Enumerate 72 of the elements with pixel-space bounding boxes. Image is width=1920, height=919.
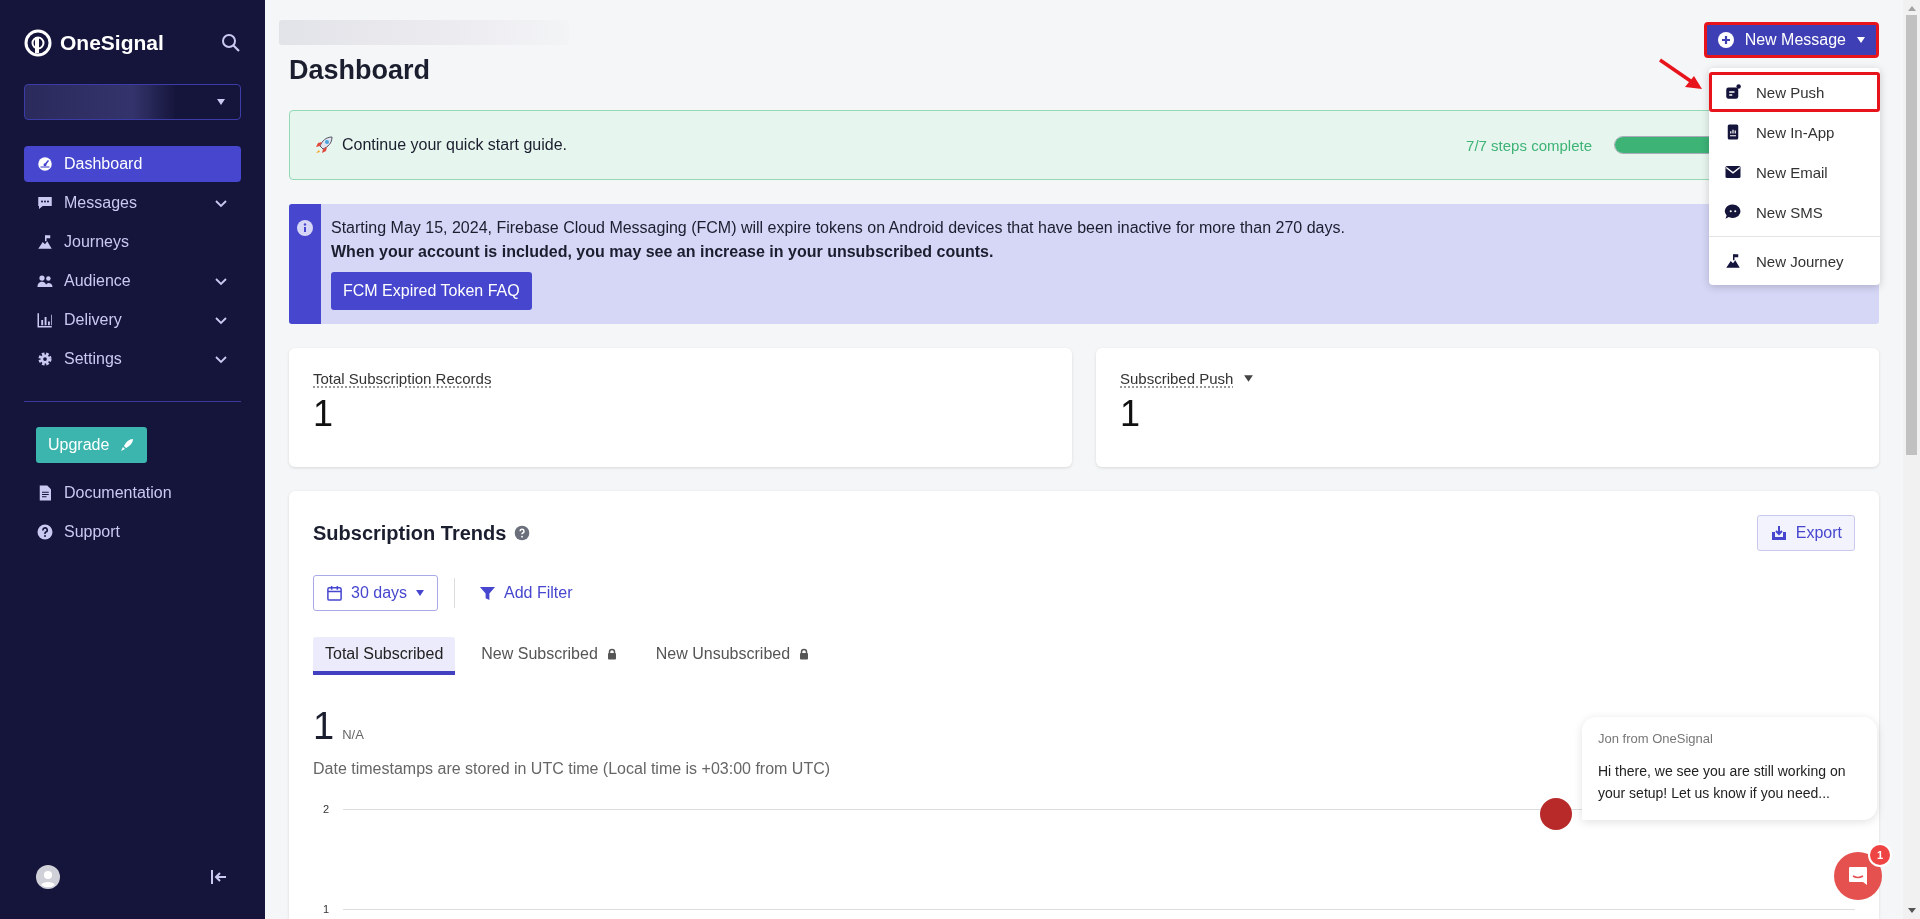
download-icon <box>1769 524 1788 542</box>
chat-icon <box>1847 865 1869 887</box>
bar-chart-icon <box>36 311 54 329</box>
notice-emphasis: When your account is included, you may see an increase in your unsubscribed counts. <box>331 242 995 262</box>
sidebar-item[interactable]: Delivery <box>24 302 241 338</box>
menu-item[interactable]: New SMS <box>1709 192 1880 232</box>
funnel-icon <box>479 584 497 602</box>
flag-icon <box>1724 252 1742 270</box>
stat-value: 1 <box>1120 393 1142 435</box>
scroll-up-icon <box>1907 5 1916 11</box>
people-icon <box>36 272 54 290</box>
notice-text: Starting May 15, 2024, Firebase Cloud Messaging (FCM) will expire tokens on Android devices that have been inactive for more than 270 days. <box>331 218 1345 238</box>
help-icon <box>36 523 54 541</box>
gauge-icon <box>36 155 54 173</box>
avatar-icon <box>36 865 60 889</box>
caret-icon <box>216 97 226 107</box>
metric-change: N/A <box>342 727 364 742</box>
stat-value: 1 <box>313 393 335 435</box>
chat-bubble-icon <box>1724 203 1742 221</box>
sidebar-item[interactable]: Journeys <box>24 224 241 260</box>
search-icon[interactable] <box>221 33 241 53</box>
chart-tab[interactable]: New Unsubscribed <box>643 637 823 675</box>
help-icon <box>514 525 531 541</box>
chat-bubble[interactable]: Jon from OneSignal Hi there, we see you are still working on your setup! Let us know if you need... <box>1582 717 1877 820</box>
menu-item[interactable]: New Push <box>1709 72 1880 112</box>
stat-label[interactable]: Total Subscription Records <box>313 370 492 387</box>
rocket-icon <box>314 135 334 155</box>
menu-item[interactable]: New In-App <box>1709 112 1880 152</box>
chat-sender: Jon from OneSignal <box>1598 731 1714 746</box>
metric-value: 1 <box>313 705 335 748</box>
stat-label[interactable]: Subscribed Push <box>1120 370 1234 387</box>
guide-text: Continue your quick start guide. <box>342 136 568 154</box>
sidebar-link[interactable]: Documentation <box>24 475 241 511</box>
scroll-down-icon <box>1907 908 1916 914</box>
logo-icon <box>24 29 52 57</box>
rocket-icon <box>119 437 136 453</box>
axis-label: 1 <box>321 903 329 915</box>
chart-tab[interactable]: New Subscribed <box>469 637 630 675</box>
settings-icon <box>36 350 54 368</box>
steps-complete-text: 7/7 steps complete <box>1466 136 1592 154</box>
axis-label: 2 <box>321 803 329 815</box>
sidebar-item[interactable]: Audience <box>24 263 241 299</box>
brand-name: OneSignal <box>60 31 164 55</box>
sidebar-item[interactable]: Settings <box>24 341 241 377</box>
info-icon <box>297 220 313 236</box>
menu-item[interactable]: New Journey <box>1709 241 1880 281</box>
chat-message: Hi there, we see you are still working on your setup! Let us know if you need... <box>1598 762 1847 803</box>
chart-tab[interactable]: Total Subscribed <box>313 637 456 675</box>
collapse-icon <box>209 867 229 887</box>
envelope-icon <box>1724 163 1742 181</box>
faq-button[interactable]: FCM Expired Token FAQ <box>331 272 532 310</box>
app-selector[interactable] <box>24 84 241 120</box>
calendar-icon <box>326 584 343 602</box>
plus-circle-icon <box>1716 31 1735 49</box>
menu-item[interactable]: New Email <box>1709 152 1880 192</box>
annotation-arrow <box>1658 58 1704 92</box>
add-filter-button[interactable]: Add Filter <box>479 584 573 602</box>
export-button[interactable]: Export <box>1756 515 1855 551</box>
page-title: Dashboard <box>289 54 432 87</box>
timezone-note: Date timestamps are stored in UTC time (Local time is +03:00 from UTC) <box>313 760 831 778</box>
notification-badge: 1 <box>1870 845 1890 865</box>
date-range-dropdown[interactable]: 30 days <box>313 575 439 611</box>
caret-icon <box>1856 35 1866 45</box>
sidebar-link[interactable]: Support <box>24 514 241 550</box>
caret-icon <box>415 588 426 598</box>
chat-bubble-icon <box>36 194 54 212</box>
flag-icon <box>36 233 54 251</box>
sidebar-item[interactable]: Messages <box>24 185 241 221</box>
notification-card-icon <box>1724 83 1742 101</box>
section-title: Subscription Trends <box>313 521 507 545</box>
sidebar-item[interactable]: Dashboard <box>24 146 241 182</box>
new-message-button[interactable]: New Message <box>1703 22 1879 58</box>
